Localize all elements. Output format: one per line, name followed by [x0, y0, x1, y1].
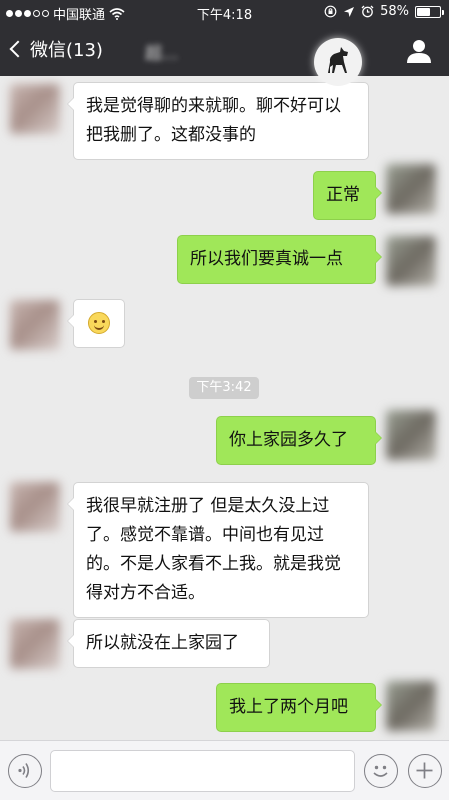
- battery-level: [417, 7, 430, 16]
- message-bubble[interactable]: 所以我们要真诚一点: [177, 235, 382, 284]
- plus-icon: [416, 762, 433, 779]
- message-input[interactable]: [50, 750, 355, 792]
- chevron-left-icon: [9, 40, 27, 58]
- self-avatar[interactable]: [386, 410, 436, 460]
- more-button[interactable]: [408, 754, 442, 788]
- peer-avatar[interactable]: [10, 619, 60, 669]
- message-text: 我很早就注册了 但是太久没上过了。感觉不靠谱。中间也有见过的。不是人家看不上我。…: [86, 496, 341, 603]
- peer-avatar[interactable]: [10, 482, 60, 532]
- message-text: 正常: [326, 185, 360, 205]
- message-bubble[interactable]: 我是觉得聊的来就聊。聊不好可以把我删了。这都没事的: [67, 82, 369, 160]
- location-icon: [344, 6, 355, 17]
- back-label: 微信(13): [30, 40, 103, 61]
- self-avatar[interactable]: [386, 164, 436, 214]
- message-text: 所以就没在上家园了: [86, 633, 239, 653]
- message-bubble[interactable]: 我上了两个月吧: [216, 683, 382, 732]
- status-bar: 中国联通 下午4:18 58%: [0, 0, 449, 24]
- message-text: 你上家园多久了: [229, 430, 348, 450]
- battery-percent: 58%: [380, 4, 409, 19]
- peer-avatar[interactable]: [10, 84, 60, 134]
- message-bubble[interactable]: 你上家园多久了: [216, 416, 382, 465]
- voice-button[interactable]: [8, 754, 42, 788]
- chat-title: 超...: [145, 44, 179, 64]
- message-text: 所以我们要真诚一点: [190, 249, 343, 269]
- self-avatar[interactable]: [386, 681, 436, 731]
- battery-icon: [415, 5, 444, 18]
- self-avatar[interactable]: [386, 236, 436, 286]
- back-button[interactable]: 微信(13): [8, 36, 103, 62]
- voice-icon: [18, 763, 30, 778]
- rotation-lock-icon: [324, 5, 337, 18]
- chat-info-button[interactable]: [405, 38, 433, 64]
- message-text: 我上了两个月吧: [229, 697, 348, 717]
- alarm-icon: [361, 5, 374, 18]
- emoji-icon: [373, 765, 388, 777]
- message-bubble[interactable]: [67, 299, 125, 348]
- status-right: 58%: [324, 4, 444, 19]
- message-bubble[interactable]: 所以就没在上家园了: [67, 619, 270, 668]
- contact-avatar[interactable]: [314, 38, 362, 86]
- nav-bar: 微信(13) 超...: [0, 24, 449, 76]
- message-bubble[interactable]: 正常: [313, 171, 382, 220]
- chat-area[interactable]: 我是觉得聊的来就聊。聊不好可以把我删了。这都没事的 正常 所以我们要真诚一点 下…: [0, 76, 449, 740]
- timestamp-label: 下午3:42: [189, 377, 259, 399]
- message-bubble[interactable]: 我很早就注册了 但是太久没上过了。感觉不靠谱。中间也有见过的。不是人家看不上我。…: [67, 482, 369, 618]
- smiley-icon: [88, 312, 110, 334]
- peer-avatar[interactable]: [10, 300, 60, 350]
- input-bar: [0, 740, 449, 800]
- message-text: 我是觉得聊的来就聊。聊不好可以把我删了。这都没事的: [86, 96, 341, 145]
- horse-logo-icon: [328, 47, 348, 73]
- emoji-button[interactable]: [364, 754, 398, 788]
